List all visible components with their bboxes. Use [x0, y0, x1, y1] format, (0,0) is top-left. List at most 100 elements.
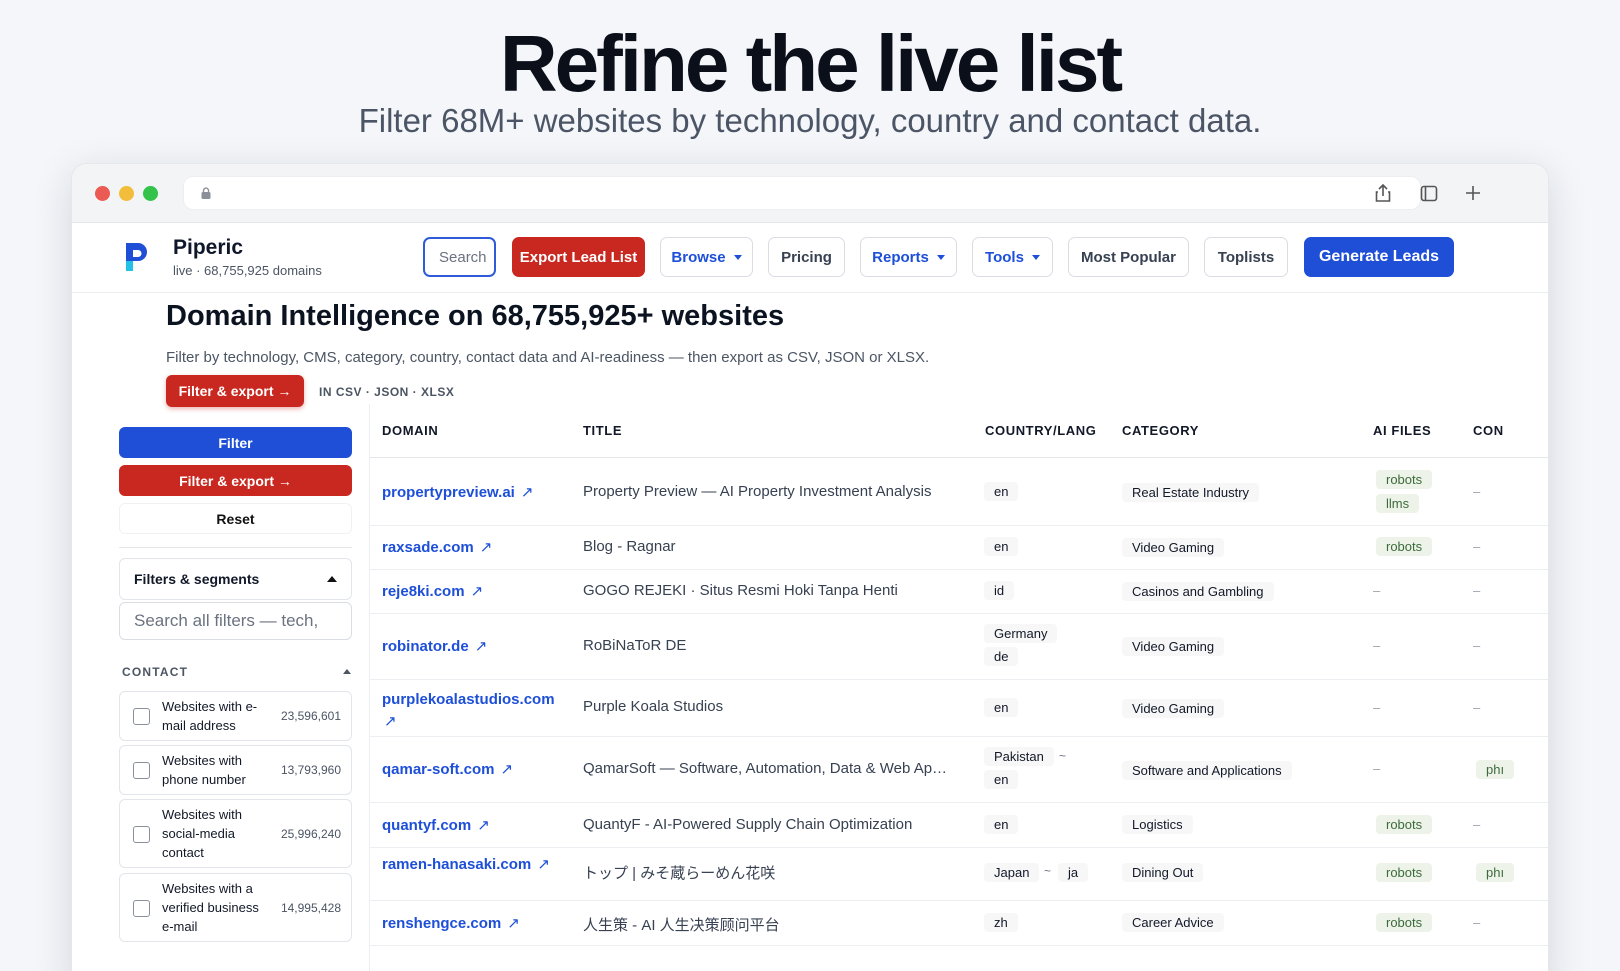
external-link-icon[interactable]: ↗: [537, 856, 550, 873]
minimize-window-button[interactable]: [119, 186, 134, 201]
domain-link[interactable]: ramen-hanasaki.com ↗: [382, 854, 562, 876]
checkbox-icon[interactable]: [133, 708, 150, 725]
external-link-icon[interactable]: ↗: [507, 915, 520, 932]
chevron-down-icon: [733, 254, 742, 260]
tools-label: Tools: [985, 248, 1024, 266]
ai-file-badge: robots: [1376, 537, 1433, 556]
domain-link[interactable]: robinator.de ↗: [382, 637, 487, 655]
maximize-window-button[interactable]: [143, 186, 158, 201]
filter-item-email[interactable]: Websites with e-mail address 23,596,601: [119, 691, 352, 741]
share-icon[interactable]: [1372, 182, 1394, 204]
filter-button[interactable]: Filter: [119, 427, 352, 458]
chevron-up-icon: [327, 576, 337, 582]
table-row[interactable]: propertypreview.ai ↗ Property Preview — A…: [370, 459, 1548, 526]
tabs-icon[interactable]: [1418, 182, 1440, 204]
filter-export-cta-button[interactable]: Filter & export →: [166, 375, 304, 407]
filter-item-phone[interactable]: Websites with phone number 13,793,960: [119, 745, 352, 795]
site-title: トップ | みそ蔵らーめん花咲: [583, 865, 776, 882]
export-lead-list-button[interactable]: Export Lead List: [512, 237, 645, 277]
column-header-title[interactable]: TITLE: [583, 423, 622, 438]
category-badge: Logistics: [1122, 815, 1193, 834]
lang-badge: en: [984, 770, 1019, 789]
table-row[interactable]: ramen-hanasaki.com ↗ トップ | みそ蔵らーめん花咲 Jap…: [370, 848, 1548, 901]
column-header-ai-files[interactable]: AI FILES: [1373, 423, 1431, 438]
table-row[interactable]: raxsade.com ↗ Blog - Ragnar en Video Gami…: [370, 526, 1548, 570]
brand-name[interactable]: Piperic: [173, 236, 243, 260]
logo-icon[interactable]: [122, 239, 152, 275]
site-title: 人生策 - AI 人生决策顾问平台: [583, 917, 780, 934]
external-link-icon[interactable]: ↗: [501, 761, 514, 778]
domain-link[interactable]: purplekoalastudios.com ↗: [382, 689, 562, 733]
category-badge: Casinos and Gambling: [1122, 582, 1274, 601]
plus-icon[interactable]: [1462, 182, 1484, 204]
filters-segments-toggle[interactable]: Filters & segments: [119, 558, 352, 600]
hero-title: Refine the live list: [499, 19, 1123, 108]
column-header-domain[interactable]: DOMAIN: [382, 423, 438, 438]
external-link-icon[interactable]: ↗: [521, 484, 534, 501]
hero-subtitle: Filter 68M+ websites by technology, coun…: [358, 102, 1262, 139]
domain-link[interactable]: renshengce.com ↗: [382, 914, 520, 932]
browse-label: Browse: [671, 248, 726, 266]
toplists-link[interactable]: Toplists: [1204, 237, 1288, 277]
checkbox-icon[interactable]: [133, 762, 150, 779]
domain-link[interactable]: raxsade.com ↗: [382, 538, 492, 556]
address-bar[interactable]: [183, 176, 1421, 210]
pricing-link[interactable]: Pricing: [768, 237, 845, 277]
category-badge: Software and Applications: [1122, 761, 1292, 780]
contact-value: –: [1473, 539, 1481, 554]
checkbox-icon[interactable]: [133, 900, 150, 917]
table-row[interactable]: reje8ki.com ↗ GOGO REJEKI · Situs Resmi H…: [370, 570, 1548, 614]
contact-value: –: [1473, 583, 1481, 598]
table-row[interactable]: renshengce.com ↗ 人生策 - AI 人生决策顾问平台 zh Car…: [370, 901, 1548, 946]
close-window-button[interactable]: [95, 186, 110, 201]
generate-leads-button[interactable]: Generate Leads: [1304, 237, 1454, 277]
sidebar-filter-export-button[interactable]: Filter & export →: [119, 465, 352, 496]
domain-link[interactable]: qamar-soft.com ↗: [382, 760, 513, 778]
domain-link[interactable]: quantyf.com ↗: [382, 816, 490, 834]
lang-badge: en: [984, 482, 1019, 501]
contact-value: –: [1473, 817, 1481, 832]
column-header-category[interactable]: CATEGORY: [1122, 423, 1199, 438]
domain-link[interactable]: propertypreview.ai ↗: [382, 483, 533, 501]
collapse-contact-icon[interactable]: [343, 669, 351, 674]
contact-value: –: [1473, 638, 1481, 653]
contact-value: –: [1473, 700, 1481, 715]
filter-item-social[interactable]: Websites with social-media contact 25,99…: [119, 799, 352, 868]
domain-link[interactable]: reje8ki.com ↗: [382, 582, 483, 600]
table-row[interactable]: qamar-soft.com ↗ QamarSoft — Software, Au…: [370, 737, 1548, 803]
external-link-icon[interactable]: ↗: [477, 817, 490, 834]
lang-badge: zh: [984, 913, 1018, 932]
site-title: Blog - Ragnar: [583, 538, 676, 555]
filter-item-verified-email[interactable]: Websites with a verified business e-mail…: [119, 873, 352, 942]
tools-dropdown[interactable]: Tools: [972, 237, 1053, 277]
chevron-down-icon: [1031, 254, 1040, 260]
external-link-icon[interactable]: ↗: [475, 638, 488, 655]
contact-section-label: CONTACT: [122, 665, 189, 679]
main-content: Domain Intelligence on 68,755,925+ websi…: [72, 294, 1548, 971]
ai-file-badge: robots: [1376, 863, 1433, 882]
site-title: Purple Koala Studios: [583, 698, 724, 715]
external-link-icon[interactable]: ↗: [384, 713, 397, 730]
external-link-icon[interactable]: ↗: [480, 539, 493, 556]
chevron-down-icon: [936, 254, 945, 260]
table-row[interactable]: purplekoalastudios.com ↗ Purple Koala St…: [370, 680, 1548, 737]
filter-item-label: Websites with e-mail address: [162, 699, 258, 733]
category-badge: Video Gaming: [1122, 637, 1225, 656]
external-link-icon[interactable]: ↗: [471, 583, 484, 600]
checkbox-icon[interactable]: [133, 826, 150, 843]
reset-button[interactable]: Reset: [119, 503, 352, 534]
lang-badge: ja: [1058, 863, 1089, 882]
column-header-contact[interactable]: CON: [1473, 423, 1504, 438]
site-title: QamarSoft — Software, Automation, Data &…: [583, 760, 948, 777]
site-title: Property Preview — AI Property Investmen…: [583, 483, 932, 500]
filter-search-input[interactable]: Search all filters — tech,: [119, 602, 352, 640]
nav-search-input[interactable]: Search: [423, 237, 496, 277]
contact-value: –: [1473, 915, 1481, 930]
most-popular-link[interactable]: Most Popular: [1068, 237, 1189, 277]
column-header-country-lang[interactable]: COUNTRY/LANG: [985, 423, 1096, 438]
category-badge: Career Advice: [1122, 913, 1224, 932]
table-row[interactable]: quantyf.com ↗ QuantyF - AI-Powered Supply…: [370, 803, 1548, 848]
browse-dropdown[interactable]: Browse: [660, 237, 753, 277]
table-row[interactable]: robinator.de ↗ RoBiNaToR DE Germany de Vi…: [370, 614, 1548, 680]
reports-dropdown[interactable]: Reports: [860, 237, 957, 277]
